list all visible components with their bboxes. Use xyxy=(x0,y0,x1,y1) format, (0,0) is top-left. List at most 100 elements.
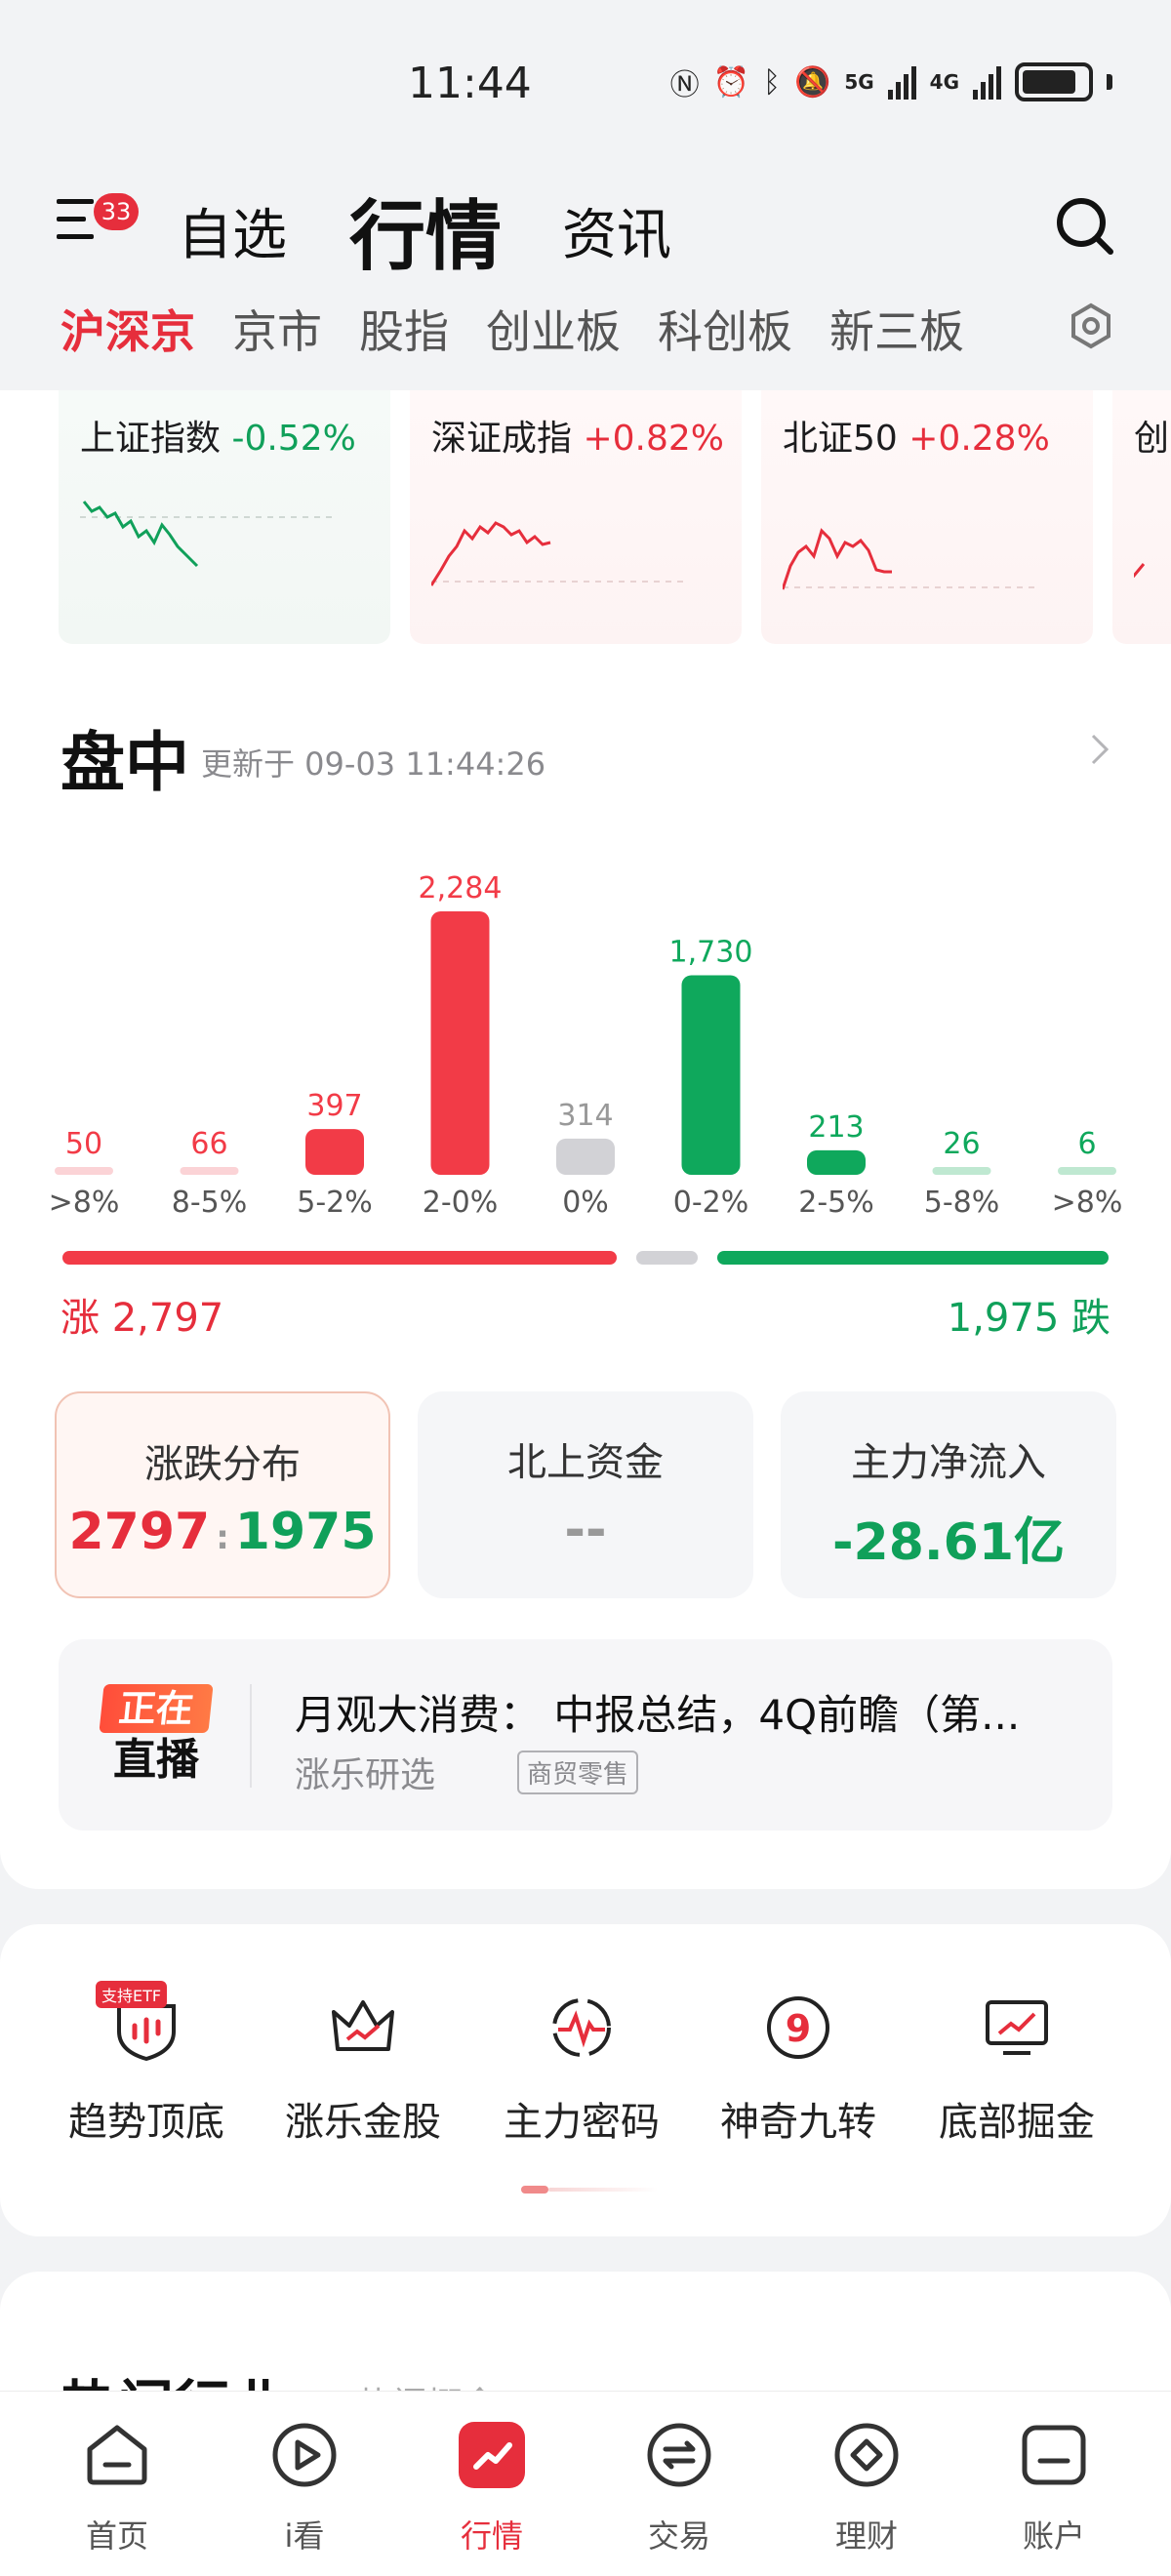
bar-category-label: >8% xyxy=(1052,1186,1123,1220)
tool-main-code[interactable]: 主力密码 xyxy=(474,1981,689,2147)
bar-value-label: 314 xyxy=(557,1099,613,1133)
bluetooth-icon: ᛒ xyxy=(762,64,781,100)
index-card-beizheng50[interactable]: 北证50 +0.28% xyxy=(761,390,1093,644)
summary-bars xyxy=(62,1249,1109,1265)
nav-label: 账户 xyxy=(1022,2517,1085,2555)
tool-label: 趋势顶底 xyxy=(68,2100,224,2145)
index-name: 上证指数 xyxy=(80,419,222,459)
down-total: 1,975 跌 xyxy=(947,1296,1110,1341)
nav-label: i看 xyxy=(284,2517,325,2555)
distribution-bar xyxy=(932,1167,991,1175)
svg-text:9: 9 xyxy=(786,2007,811,2050)
bar-category-label: 5-2% xyxy=(297,1186,373,1220)
tool-label: 涨乐金股 xyxy=(285,2100,441,2145)
subtab-guzhi[interactable]: 股指 xyxy=(359,297,449,361)
bar-value-label: 26 xyxy=(943,1127,980,1161)
up-total: 涨 2,797 xyxy=(61,1296,224,1341)
index-card-shanghai[interactable]: 上证指数 -0.52% xyxy=(59,390,390,644)
stat-value: -28.61亿 xyxy=(781,1501,1116,1574)
bar-value-label: 2,284 xyxy=(419,871,503,906)
divider xyxy=(250,1684,252,1788)
index-card-chuangye[interactable]: 创 xyxy=(1112,390,1171,644)
live-logo: 正在 直播 xyxy=(99,1684,214,1786)
exchange-icon xyxy=(647,2423,711,2487)
status-icons: Ⓝ ⏰ ᛒ 🔕 5G 4G xyxy=(670,60,1112,103)
stat-card-distribution[interactable]: 涨跌分布 2797:1975 xyxy=(55,1391,390,1598)
search-icon[interactable] xyxy=(1054,195,1116,258)
nav-label: 理财 xyxy=(834,2517,898,2555)
tab-watchlist[interactable]: 自选 xyxy=(178,191,287,270)
index-name: 深证成指 xyxy=(431,419,573,459)
etf-badge: 支持ETF xyxy=(96,1981,168,2008)
live-title: 月观大消费： 中报总结，4Q前瞻（第... xyxy=(295,1691,1021,1739)
distribution-bar xyxy=(430,911,490,1175)
live-logo-top: 正在 xyxy=(99,1684,214,1733)
nav-account[interactable]: 账户 xyxy=(976,2420,1132,2566)
mute-icon: 🔕 xyxy=(793,64,831,100)
summary-down-bar xyxy=(717,1251,1109,1265)
subtab-kechuangban[interactable]: 科创板 xyxy=(658,297,792,361)
distribution-bar xyxy=(807,1149,866,1175)
live-broadcast-card[interactable]: 正在 直播 月观大消费： 中报总结，4Q前瞻（第... 涨乐研选 商贸零售 xyxy=(59,1639,1112,1831)
summary-flat-bar xyxy=(635,1251,699,1265)
stat-label: 涨跌分布 xyxy=(144,1442,301,1487)
network-5g-label: 5G xyxy=(844,70,874,94)
stat-card-northbound[interactable]: 北上资金 -- xyxy=(418,1391,753,1598)
distribution-bar xyxy=(180,1167,239,1175)
subtab-xinsanban[interactable]: 新三板 xyxy=(829,297,964,361)
distribution-bar xyxy=(305,1129,364,1175)
index-sparkline xyxy=(80,501,334,568)
tool-bottom-mining[interactable]: 底部掘金 xyxy=(909,1981,1124,2147)
chevron-right-icon[interactable] xyxy=(1085,730,1114,769)
bar-value-label: 50 xyxy=(65,1127,102,1161)
index-change: -0.52% xyxy=(231,419,356,459)
bar-value-label: 6 xyxy=(1077,1127,1096,1161)
tab-news[interactable]: 资讯 xyxy=(562,191,671,270)
signal-4g-icon xyxy=(973,64,1001,100)
subtab-jingshi[interactable]: 京市 xyxy=(232,297,322,361)
bar-value-label: 213 xyxy=(808,1110,864,1145)
index-name: 北证50 xyxy=(783,419,898,459)
sub-tabs-fade xyxy=(1005,293,1064,361)
nav-market[interactable]: 行情 xyxy=(414,2420,570,2566)
tool-golden-stocks[interactable]: 涨乐金股 xyxy=(256,1981,470,2147)
subtab-chuangyeban[interactable]: 创业板 xyxy=(486,297,621,361)
stat-down-count: 1975 xyxy=(234,1503,377,1561)
tool-magic-nine[interactable]: 9 神奇九转 xyxy=(691,1981,906,2147)
settings-icon[interactable] xyxy=(1068,302,1114,349)
index-sparkline xyxy=(431,521,685,586)
status-time: 11:44 xyxy=(408,59,532,108)
account-icon xyxy=(1022,2425,1086,2485)
distribution-bar xyxy=(55,1167,113,1175)
bar-category-label: >8% xyxy=(49,1186,120,1220)
crown-icon xyxy=(332,2000,394,2051)
stat-card-main-flow[interactable]: 主力净流入 -28.61亿 xyxy=(781,1391,1116,1598)
network-4g-label: 4G xyxy=(929,70,959,94)
bar-category-label: 0% xyxy=(562,1186,609,1220)
summary-up-bar xyxy=(62,1251,617,1265)
stat-separator: : xyxy=(216,1518,229,1557)
live-source: 涨乐研选 xyxy=(295,1755,436,1795)
diamond-icon xyxy=(834,2423,899,2487)
nav-wealth[interactable]: 理财 xyxy=(788,2420,945,2566)
tool-trend-top-bottom[interactable]: 支持ETF 趋势顶底 xyxy=(39,1981,254,2147)
bar-category-label: 8-5% xyxy=(172,1186,248,1220)
nav-home[interactable]: 首页 xyxy=(39,2420,195,2566)
tool-label: 底部掘金 xyxy=(939,2100,1095,2145)
nav-ikan[interactable]: i看 xyxy=(226,2420,383,2566)
subtab-hushenjing[interactable]: 沪深京 xyxy=(61,297,195,361)
distribution-bar xyxy=(1058,1167,1116,1175)
sub-tabs: 沪深京 京市 股指 创业板 科创板 新三板 xyxy=(61,297,964,361)
distribution-bar xyxy=(681,975,741,1175)
tab-market[interactable]: 行情 xyxy=(349,176,502,285)
section-title: 盘中 xyxy=(61,725,189,800)
index-row: 上证指数 -0.52% 深证成指 +0.82% 北证50 +0.28% 创 xyxy=(59,390,1171,644)
main-flow-value: -28.61亿 xyxy=(831,1513,1066,1572)
alarm-icon: ⏰ xyxy=(712,64,749,100)
bar-value-label: 1,730 xyxy=(669,935,753,969)
nav-trade[interactable]: 交易 xyxy=(601,2420,757,2566)
tools-page-indicator xyxy=(521,2186,658,2194)
index-card-shenzhen[interactable]: 深证成指 +0.82% xyxy=(410,390,742,644)
index-sparkline xyxy=(1134,563,1146,578)
pulse-icon xyxy=(552,1998,611,2057)
